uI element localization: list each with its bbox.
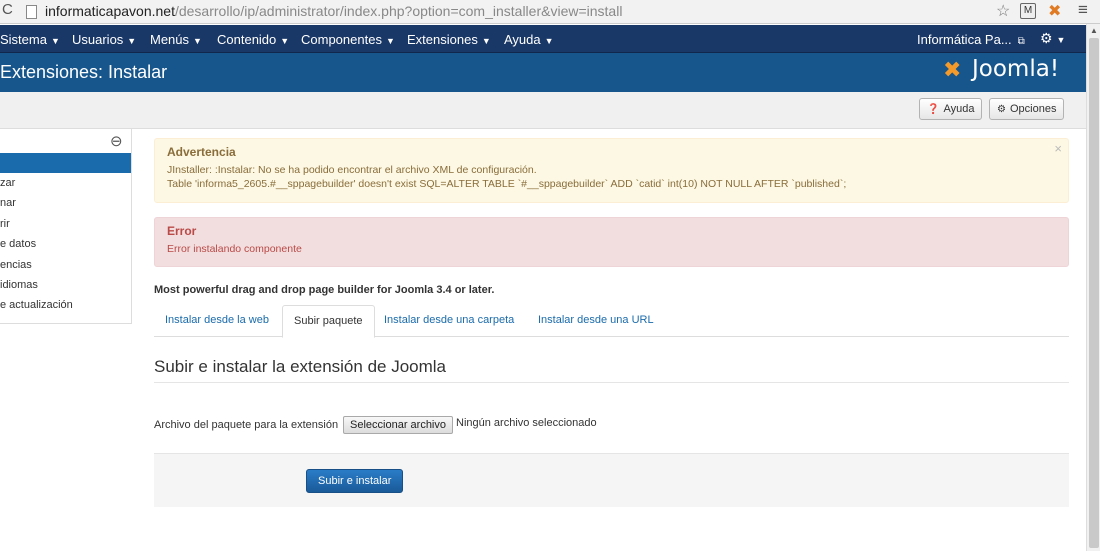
joomla-logo-text: Joomla! xyxy=(972,56,1060,82)
scroll-up-arrow-icon[interactable]: ▲ xyxy=(1090,26,1098,35)
site-link-label: Informática Pa... xyxy=(917,32,1012,47)
gear-icon: ⚙ xyxy=(997,104,1006,115)
browser-menu-icon[interactable]: ≡ xyxy=(1078,0,1088,20)
caret-down-icon: ▼ xyxy=(385,36,395,46)
nav-menus[interactable]: Menús ▼ xyxy=(150,32,202,47)
tab-instalar-desde-url[interactable]: Instalar desde una URL xyxy=(527,305,665,337)
caret-down-icon: ▼ xyxy=(193,36,202,46)
scrollbar-thumb[interactable] xyxy=(1089,38,1099,548)
options-button-label: Opciones xyxy=(1009,103,1057,115)
site-link[interactable]: Informática Pa... ⧉ xyxy=(917,32,1025,47)
url-path: /desarrollo/ip/administrator/index.php?o… xyxy=(174,3,623,19)
collapse-sidebar-icon[interactable]: ⊖ xyxy=(110,132,123,150)
nav-usuarios-label: Usuarios xyxy=(72,32,124,47)
nav-sistema-label: Sistema xyxy=(0,32,47,47)
help-button-label: Ayuda xyxy=(943,103,975,115)
sidebar-item-base-de-datos[interactable]: e datos xyxy=(0,235,131,255)
divider xyxy=(154,382,1069,383)
nav-extensiones-label: Extensiones xyxy=(407,32,478,47)
sidebar-item-gestionar[interactable]: nar xyxy=(0,194,131,214)
nav-ayuda-label: Ayuda xyxy=(504,32,541,47)
caret-down-icon: ▼ xyxy=(280,36,290,46)
nav-usuarios[interactable]: Usuarios ▼ xyxy=(72,32,136,47)
tab-instalar-desde-web[interactable]: Instalar desde la web xyxy=(154,305,280,337)
nav-componentes[interactable]: Componentes ▼ xyxy=(301,32,395,47)
bookmark-star-icon[interactable]: ☆ xyxy=(996,1,1010,21)
nav-menus-label: Menús xyxy=(150,32,190,47)
sidebar-item-advertencias[interactable]: encias xyxy=(0,256,131,276)
extension-description: Most powerful drag and drop page builder… xyxy=(154,284,495,296)
user-menu-gear-icon[interactable]: ⚙ ▼ xyxy=(1040,30,1065,47)
page-title: Extensiones: Instalar xyxy=(0,62,168,82)
sidebar-item-descubrir[interactable]: rir xyxy=(0,215,131,235)
caret-down-icon: ▼ xyxy=(50,36,60,46)
nav-ayuda[interactable]: Ayuda ▼ xyxy=(504,32,554,47)
file-status: Ningún archivo seleccionado xyxy=(456,417,597,429)
reload-icon[interactable]: C xyxy=(2,1,13,18)
sidebar-item-idiomas[interactable]: idiomas xyxy=(0,276,131,296)
error-message: Error instalando componente xyxy=(167,243,302,255)
url-domain: informaticapavon.net xyxy=(45,3,175,19)
options-button[interactable]: ⚙ Opciones xyxy=(989,98,1065,120)
extension-icon[interactable]: M xyxy=(1020,3,1036,19)
toolbar: ❓ Ayuda ⚙ Opciones xyxy=(0,92,1086,129)
sidebar-item-sitios-actualizacion[interactable]: e actualización xyxy=(0,296,131,316)
external-link-icon: ⧉ xyxy=(1017,36,1025,47)
file-field-label: Archivo del paquete para la extensión xyxy=(154,419,339,431)
nav-contenido-label: Contenido xyxy=(217,32,277,47)
upload-install-button[interactable]: Subir e instalar xyxy=(306,469,404,493)
install-tabs: Instalar desde la web Subir paquete Inst… xyxy=(154,305,1069,338)
tab-subir-paquete[interactable]: Subir paquete xyxy=(282,305,375,338)
warning-alert: × Advertencia JInstaller: :Instalar: No … xyxy=(154,138,1069,203)
error-alert: Error Error instalando componente xyxy=(154,217,1069,267)
form-actions: Subir e instalar xyxy=(154,453,1069,507)
sidebar: ⊖ zar nar rir e datos encias idiomas e a… xyxy=(0,128,132,324)
browser-toolbar: C informaticapavon.net/desarrollo/ip/adm… xyxy=(0,0,1100,24)
warning-message: Table 'informa5_2605.#__sppagebuilder' d… xyxy=(167,178,847,190)
nav-sistema[interactable]: Sistema ▼ xyxy=(0,32,60,47)
joomla-logo-icon: ✖ xyxy=(943,57,962,82)
warning-heading: Advertencia xyxy=(167,145,236,159)
close-icon[interactable]: × xyxy=(1054,141,1062,156)
nav-extensiones[interactable]: Extensiones ▼ xyxy=(407,32,491,47)
sidebar-item-actualizar[interactable]: zar xyxy=(0,174,131,194)
warning-message: JInstaller: :Instalar: No se ha podido e… xyxy=(167,164,537,176)
page-header: Extensiones: Instalar ✖ Joomla! xyxy=(0,53,1086,92)
sidebar-item-instalar[interactable] xyxy=(0,153,131,173)
caret-down-icon: ▼ xyxy=(127,36,137,46)
question-icon: ❓ xyxy=(927,104,940,115)
tab-instalar-desde-carpeta[interactable]: Instalar desde una carpeta xyxy=(373,305,525,337)
page-icon xyxy=(26,5,37,19)
admin-navbar: Sistema ▼ Usuarios ▼ Menús ▼ Contenido ▼ Com… xyxy=(0,25,1086,53)
section-title: Subir e instalar la extensión de Joomla xyxy=(154,357,446,376)
choose-file-button[interactable]: Seleccionar archivo xyxy=(343,416,453,434)
help-button[interactable]: ❓ Ayuda xyxy=(919,98,983,120)
address-bar[interactable]: informaticapavon.net/desarrollo/ip/admin… xyxy=(45,3,622,19)
error-heading: Error xyxy=(167,224,197,238)
nav-componentes-label: Componentes xyxy=(301,32,382,47)
caret-down-icon: ▼ xyxy=(544,36,554,46)
joomla-extension-icon[interactable]: ✖ xyxy=(1048,1,1061,21)
nav-contenido[interactable]: Contenido ▼ xyxy=(217,32,289,47)
vertical-scrollbar[interactable]: ▲ xyxy=(1086,24,1100,551)
caret-down-icon: ▼ xyxy=(481,36,491,46)
